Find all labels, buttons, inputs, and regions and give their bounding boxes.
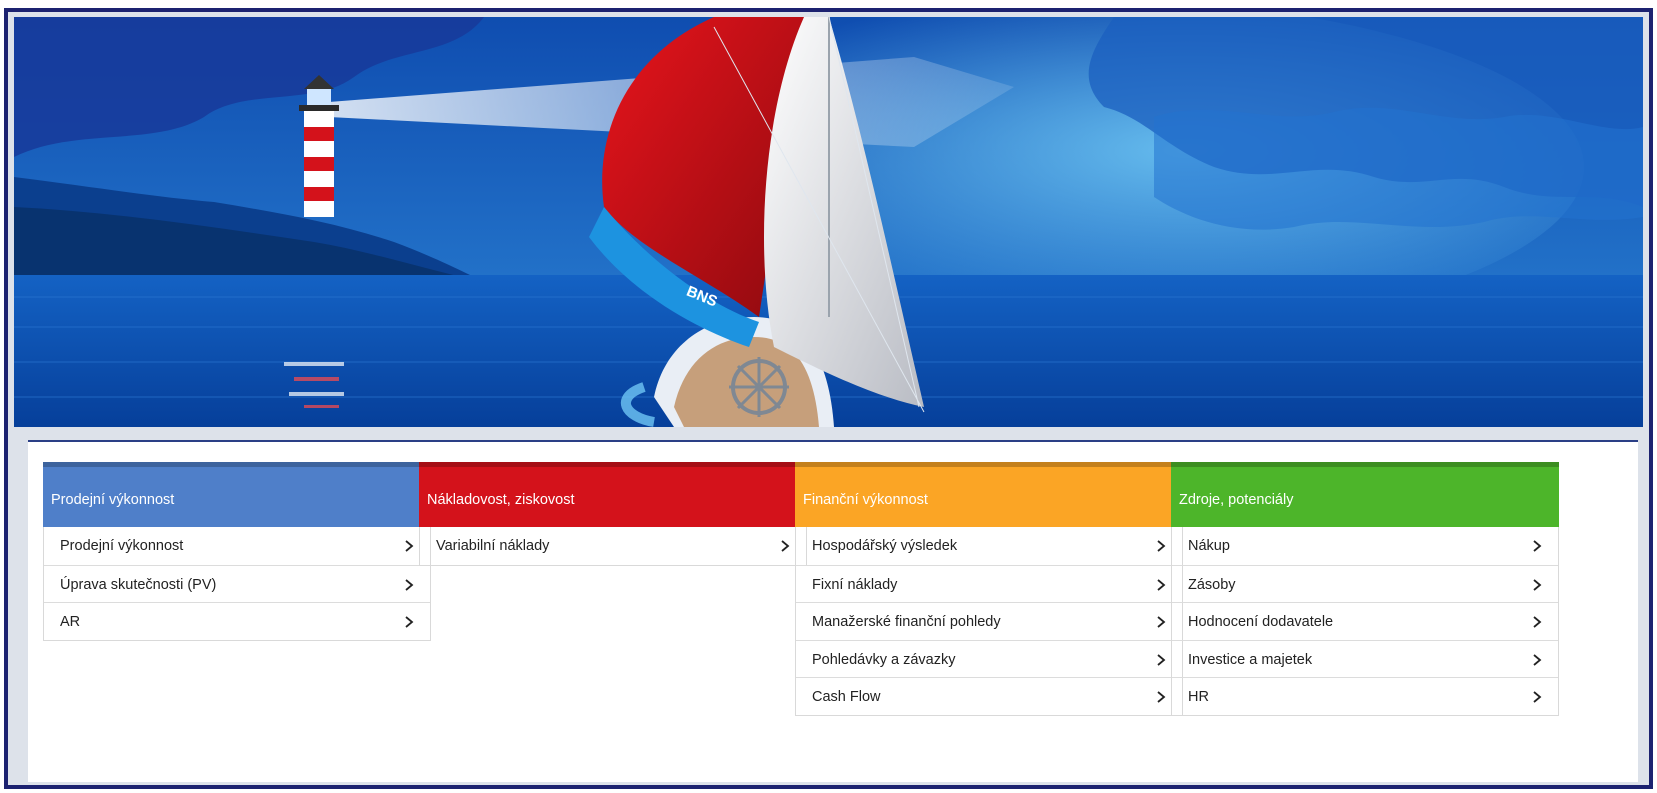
chevron-right-icon <box>1533 653 1542 666</box>
category-list: Nákup Zásoby Hodnocení dodavatele Invest… <box>1171 527 1559 716</box>
category-column-sales: Prodejní výkonnost Prodejní výkonnost Úp… <box>43 462 431 641</box>
chevron-right-icon <box>1533 540 1542 552</box>
list-item[interactable]: Úprava skutečnosti (PV) <box>44 564 430 603</box>
list-item-label: AR <box>60 614 81 630</box>
list-item[interactable]: Hospodářský výsledek <box>796 527 1182 565</box>
chevron-right-icon <box>405 540 414 552</box>
list-item[interactable]: Variabilní náklady <box>420 527 806 565</box>
chevron-right-icon <box>1533 578 1542 591</box>
category-header: Finanční výkonnost <box>795 462 1183 527</box>
category-header: Zdroje, potenciály <box>1171 462 1559 527</box>
category-column-resources: Zdroje, potenciály Nákup Zásoby Hodnocen… <box>1171 462 1559 716</box>
chevron-right-icon <box>1533 616 1542 628</box>
chevron-right-icon <box>405 616 414 628</box>
list-item[interactable]: Pohledávky a závazky <box>796 639 1182 678</box>
list-item-label: Cash Flow <box>812 689 881 705</box>
list-item[interactable]: Investice a majetek <box>1172 639 1558 678</box>
list-item[interactable]: Cash Flow <box>796 677 1182 715</box>
chevron-right-icon <box>1157 540 1166 552</box>
category-column-finance: Finanční výkonnost Hospodářský výsledek … <box>795 462 1183 716</box>
list-item-label: Pohledávky a závazky <box>812 651 956 668</box>
hero-banner: BNS <box>14 17 1643 427</box>
list-item-label: Úprava skutečnosti (PV) <box>60 576 217 593</box>
chevron-right-icon <box>781 540 790 552</box>
category-header: Nákladovost, ziskovost <box>419 462 807 527</box>
list-item-label: Hospodářský výsledek <box>812 538 958 554</box>
list-item[interactable]: Fixní náklady <box>796 564 1182 603</box>
list-item[interactable]: Manažerské finanční pohledy <box>796 602 1182 640</box>
chevron-right-icon <box>405 578 414 591</box>
list-item-label: Manažerské finanční pohledy <box>812 614 1001 630</box>
list-item[interactable]: Prodejní výkonnost <box>44 527 430 565</box>
list-item-label: Hodnocení dodavatele <box>1188 614 1334 630</box>
chevron-right-icon <box>1157 653 1166 666</box>
list-item[interactable]: Hodnocení dodavatele <box>1172 602 1558 640</box>
chevron-right-icon <box>1533 691 1542 703</box>
list-item[interactable]: AR <box>44 602 430 640</box>
list-item[interactable]: Zásoby <box>1172 564 1558 603</box>
sailing-illustration: BNS <box>14 17 1643 427</box>
category-list: Prodejní výkonnost Úprava skutečnosti (P… <box>43 527 431 641</box>
category-list: Hospodářský výsledek Fixní náklady Manaž… <box>795 527 1183 716</box>
list-item-label: Prodejní výkonnost <box>60 538 184 554</box>
list-item-label: Variabilní náklady <box>436 538 550 554</box>
list-item[interactable]: Nákup <box>1172 527 1558 565</box>
list-item-label: HR <box>1188 689 1209 705</box>
chevron-right-icon <box>1157 691 1166 703</box>
chevron-right-icon <box>1157 578 1166 591</box>
category-header: Prodejní výkonnost <box>43 462 431 527</box>
app-frame: BNS Prodejní výkonnost Prodejní výkonnos… <box>4 8 1653 789</box>
list-item-label: Zásoby <box>1188 576 1236 593</box>
list-item-label: Fixní náklady <box>812 576 898 593</box>
category-column-costs: Nákladovost, ziskovost Variabilní náklad… <box>419 462 807 566</box>
report-categories: Prodejní výkonnost Prodejní výkonnost Úp… <box>28 440 1638 782</box>
list-item[interactable]: HR <box>1172 677 1558 715</box>
category-list: Variabilní náklady <box>419 527 807 566</box>
list-item-label: Investice a majetek <box>1188 651 1313 668</box>
list-item-label: Nákup <box>1188 538 1230 554</box>
chevron-right-icon <box>1157 616 1166 628</box>
